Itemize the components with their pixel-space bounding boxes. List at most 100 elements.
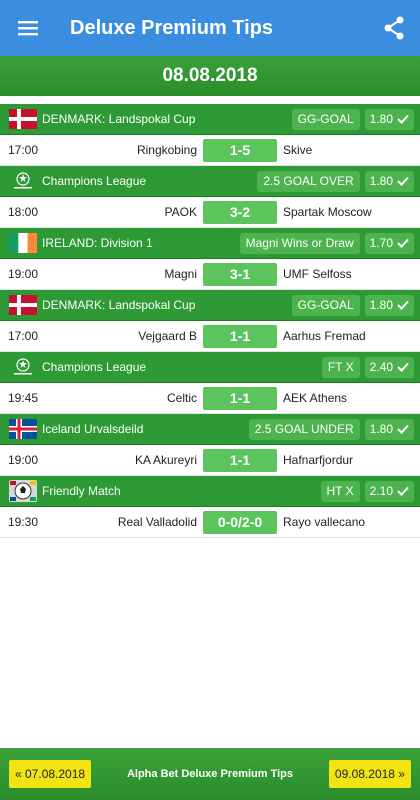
tip-block: Iceland Urvalsdeild 2.5 GOAL UNDER 1.80 19:… bbox=[0, 414, 420, 476]
tip-block: Champions League FT X 2.40 19:45 Celtic 1-1 AE… bbox=[0, 352, 420, 414]
prev-day-button[interactable]: « 07.08.2018 bbox=[9, 760, 92, 788]
match-row[interactable]: 19:45 Celtic 1-1 AEK Athens bbox=[0, 383, 420, 414]
odd-value: 1.80 bbox=[369, 174, 393, 188]
tip-badge: 2.5 GOAL OVER bbox=[257, 170, 360, 192]
odd-badge: 1.80 bbox=[364, 170, 414, 192]
match-row[interactable]: 19:30 Real Valladolid 0-0/2-0 Rayo vallecan… bbox=[0, 507, 420, 538]
match-row[interactable]: 17:00 Vejgaard B 1-1 Aarhus Fremad bbox=[0, 321, 420, 352]
league-name: Iceland Urvalsdeild bbox=[42, 422, 144, 436]
odd-value: 1.80 bbox=[369, 422, 393, 436]
home-team: KA Akureyri bbox=[134, 453, 197, 467]
tip-badge: FT X bbox=[321, 356, 360, 378]
odd-value: 1.80 bbox=[369, 298, 393, 312]
away-team: Spartak Moscow bbox=[283, 205, 372, 219]
match-score: 1-1 bbox=[203, 324, 277, 348]
check-icon bbox=[397, 114, 409, 124]
match-time: 19:45 bbox=[8, 391, 39, 405]
check-icon bbox=[397, 238, 409, 248]
tip-badge: 2.5 GOAL UNDER bbox=[248, 418, 360, 440]
league-name: Champions League bbox=[42, 174, 147, 188]
app-title: Deluxe Premium Tips bbox=[70, 16, 274, 39]
check-icon bbox=[397, 486, 409, 496]
next-day-button[interactable]: 09.08.2018 » bbox=[328, 760, 411, 788]
away-team: UMF Selfoss bbox=[283, 267, 352, 281]
league-row: IRELAND: Division 1 Magni Wins or Draw 1.7… bbox=[0, 228, 420, 259]
match-score: 1-1 bbox=[203, 386, 277, 410]
check-icon bbox=[397, 362, 409, 372]
league-row: Champions League 2.5 GOAL OVER 1.80 bbox=[0, 166, 420, 197]
champions-league-icon bbox=[8, 357, 38, 378]
odd-value: 2.10 bbox=[369, 484, 393, 498]
tip-block: Champions League 2.5 GOAL OVER 1.80 18:00 PA… bbox=[0, 166, 420, 228]
check-icon bbox=[397, 424, 409, 434]
match-time: 17:00 bbox=[8, 329, 39, 343]
ireland-flag-icon bbox=[8, 233, 38, 254]
denmark-flag-icon bbox=[8, 295, 38, 316]
friendly-match-icon bbox=[8, 480, 38, 502]
tip-block: Friendly Match HT X 2.10 19:30 Real Valladol… bbox=[0, 476, 420, 538]
match-time: 18:00 bbox=[8, 205, 39, 219]
odd-badge: 2.10 bbox=[364, 480, 414, 502]
league-row: DENMARK: Landspokal Cup GG-GOAL 1.80 bbox=[0, 104, 420, 135]
tip-block: IRELAND: Division 1 Magni Wins or Draw 1.7… bbox=[0, 228, 420, 290]
odd-value: 1.80 bbox=[369, 112, 393, 126]
league-row: DENMARK: Landspokal Cup GG-GOAL 1.80 bbox=[0, 290, 420, 321]
away-team: Aarhus Fremad bbox=[283, 329, 366, 343]
match-score: 3-1 bbox=[203, 262, 277, 286]
odd-value: 2.40 bbox=[369, 360, 393, 374]
home-team: Ringkobing bbox=[136, 143, 197, 157]
match-time: 19:00 bbox=[8, 453, 39, 467]
home-team: Vejgaard B bbox=[138, 329, 197, 343]
tip-badge: GG-GOAL bbox=[291, 108, 360, 130]
iceland-flag-icon bbox=[8, 419, 38, 440]
tip-badge: Magni Wins or Draw bbox=[239, 232, 360, 254]
footer-bar: « 07.08.2018 Alpha Bet Deluxe Premium Ti… bbox=[0, 748, 420, 800]
tip-badge: HT X bbox=[320, 480, 360, 502]
league-name: DENMARK: Landspokal Cup bbox=[42, 112, 196, 126]
match-row[interactable]: 17:00 Ringkobing 1-5 Skive bbox=[0, 135, 420, 166]
league-row: Friendly Match HT X 2.10 bbox=[0, 476, 420, 507]
odd-badge: 1.80 bbox=[364, 108, 414, 130]
match-score: 1-1 bbox=[203, 448, 277, 472]
check-icon bbox=[397, 176, 409, 186]
tips-list: DENMARK: Landspokal Cup GG-GOAL 1.80 17:00 R… bbox=[0, 104, 420, 538]
denmark-flag-icon bbox=[8, 109, 38, 130]
match-time: 19:00 bbox=[8, 267, 39, 281]
tip-badge: GG-GOAL bbox=[291, 294, 360, 316]
share-icon[interactable] bbox=[368, 0, 420, 56]
home-team: PAOK bbox=[164, 205, 197, 219]
match-row[interactable]: 18:00 PAOK 3-2 Spartak Moscow bbox=[0, 197, 420, 228]
odd-badge: 1.70 bbox=[364, 232, 414, 254]
check-icon bbox=[397, 300, 409, 310]
home-team: Real Valladolid bbox=[117, 515, 197, 529]
match-time: 17:00 bbox=[8, 143, 39, 157]
away-team: Hafnarfjordur bbox=[283, 453, 354, 467]
champions-league-icon bbox=[8, 171, 38, 192]
tip-block: DENMARK: Landspokal Cup GG-GOAL 1.80 17:00 R… bbox=[0, 104, 420, 166]
match-row[interactable]: 19:00 KA Akureyri 1-1 Hafnarfjordur bbox=[0, 445, 420, 476]
league-name: IRELAND: Division 1 bbox=[42, 236, 153, 250]
match-score: 3-2 bbox=[203, 200, 277, 224]
odd-badge: 2.40 bbox=[364, 356, 414, 378]
footer-title: Alpha Bet Deluxe Premium Tips bbox=[126, 768, 294, 780]
match-score: 1-5 bbox=[203, 138, 277, 162]
home-team: Celtic bbox=[166, 391, 197, 405]
match-time: 19:30 bbox=[8, 515, 39, 529]
date-header: 08.08.2018 bbox=[0, 56, 420, 98]
match-score: 0-0/2-0 bbox=[203, 510, 277, 534]
menu-icon[interactable] bbox=[0, 0, 56, 56]
odd-value: 1.70 bbox=[369, 236, 393, 250]
date-label: 08.08.2018 bbox=[162, 65, 258, 86]
away-team: Rayo vallecano bbox=[283, 515, 366, 529]
league-name: Friendly Match bbox=[42, 484, 121, 498]
league-row: Iceland Urvalsdeild 2.5 GOAL UNDER 1.80 bbox=[0, 414, 420, 445]
league-row: Champions League FT X 2.40 bbox=[0, 352, 420, 383]
away-team: AEK Athens bbox=[283, 391, 348, 405]
match-row[interactable]: 19:00 Magni 3-1 UMF Selfoss bbox=[0, 259, 420, 290]
league-name: Champions League bbox=[42, 360, 147, 374]
away-team: Skive bbox=[283, 143, 313, 157]
odd-badge: 1.80 bbox=[364, 418, 414, 440]
tip-block: DENMARK: Landspokal Cup GG-GOAL 1.80 17:00 V… bbox=[0, 290, 420, 352]
app-bar: Deluxe Premium Tips bbox=[0, 0, 420, 56]
odd-badge: 1.80 bbox=[364, 294, 414, 316]
